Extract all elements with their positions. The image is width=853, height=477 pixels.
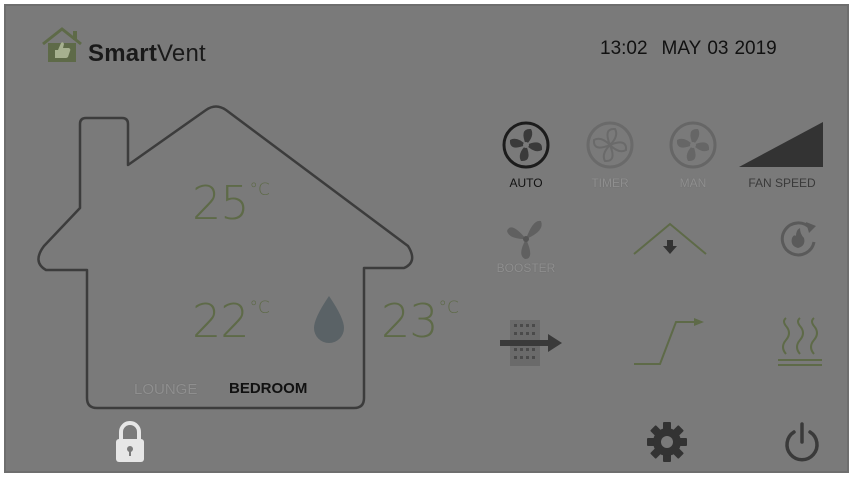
booster-label: BOOSTER — [496, 261, 556, 275]
fan-manual-icon — [669, 121, 717, 169]
house-outline — [37, 105, 414, 410]
fan-speed-label: FAN SPEED — [748, 176, 816, 190]
mode-timer-button[interactable]: TIMER — [565, 120, 655, 195]
roof-arrow-icon[interactable] — [632, 220, 708, 258]
heater-icon[interactable] — [776, 316, 824, 368]
fan-icon — [502, 121, 550, 169]
mode-manual-button[interactable]: MAN — [648, 120, 738, 195]
gear-icon[interactable] — [645, 420, 689, 464]
mode-timer-label: TIMER — [591, 176, 629, 190]
lounge-temperature: 22°C — [192, 294, 270, 348]
bedroom-temp-value: 23 — [381, 294, 439, 348]
ramp-arrow-icon[interactable] — [632, 312, 708, 368]
fan-speed-button[interactable]: FAN SPEED — [736, 120, 828, 195]
lounge-temp-unit: °C — [249, 298, 270, 318]
room-tab-bedroom[interactable]: BEDROOM — [229, 380, 307, 397]
mode-auto-label: AUTO — [509, 176, 543, 190]
padlock-icon[interactable] — [113, 420, 147, 464]
upper-temp-unit: °C — [249, 180, 270, 200]
bedroom-temperature: 23°C — [381, 294, 459, 348]
fan-timer-icon — [586, 121, 634, 169]
room-tab-lounge[interactable]: LOUNGE — [134, 381, 197, 398]
mode-manual-label: MAN — [679, 176, 707, 190]
filter-arrow-icon[interactable] — [498, 318, 564, 368]
recirculate-flame-icon[interactable] — [776, 218, 820, 258]
mode-auto-button[interactable]: AUTO — [481, 120, 571, 195]
upper-temperature: 25°C — [192, 176, 270, 230]
speed-ramp-icon — [739, 122, 823, 167]
power-icon[interactable] — [782, 420, 822, 464]
lounge-temp-value: 22 — [192, 294, 250, 348]
booster-button[interactable]: BOOSTER — [481, 215, 571, 280]
bedroom-temp-unit: °C — [438, 298, 459, 318]
booster-fan-icon — [507, 220, 542, 259]
water-drop-icon — [314, 296, 344, 343]
upper-temp-value: 25 — [192, 176, 250, 230]
